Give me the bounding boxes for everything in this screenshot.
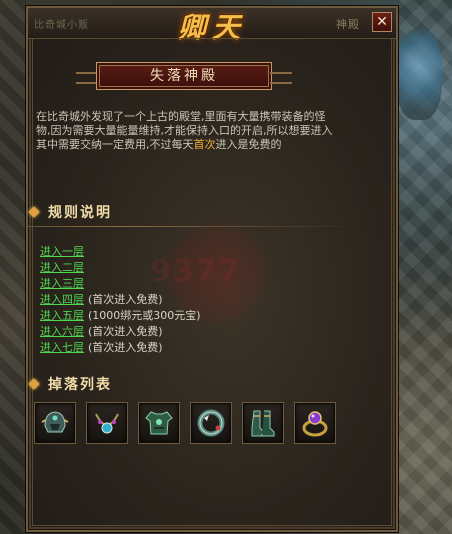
floor-row: 进入二层 (40, 260, 340, 276)
world-tree (396, 30, 442, 120)
close-button[interactable]: ✕ (372, 12, 392, 32)
drop-slot-necklace[interactable] (86, 402, 128, 444)
banner-ornament-left (76, 72, 98, 84)
diamond-bullet-icon (28, 206, 40, 218)
ring-icon (302, 411, 328, 437)
floor-2-link[interactable]: 进入二层 (40, 261, 84, 274)
floor-list: 进入一层 进入二层 进入三层 进入四层 (首次进入免费) 进入五层 (1000绑元或… (40, 244, 340, 356)
helmet-icon (41, 411, 69, 433)
floor-row: 进入四层 (首次进入免费) (40, 292, 340, 308)
floor-1-link[interactable]: 进入一层 (40, 245, 84, 258)
drop-slot-ring[interactable] (294, 402, 336, 444)
description-text-end: 进入是免费的 (215, 138, 282, 151)
dialog-titlebar: 比奇城小贩 卿天 神殿 ✕ (28, 8, 396, 44)
floor-6-link[interactable]: 进入六层 (40, 325, 84, 338)
floor-row: 进入六层 (首次进入免费) (40, 324, 340, 340)
armor-icon (145, 411, 173, 435)
floor-note: (首次进入免费) (88, 341, 163, 354)
drop-list (34, 402, 344, 448)
drop-slot-helmet[interactable] (34, 402, 76, 444)
banner: 失落神殿 (76, 62, 292, 90)
dungeon-description: 在比奇城外发现了一个上古的殿堂,里面有大量携带装备的怪物,因为需要大量能量维持,… (36, 110, 336, 152)
floor-note: (1000绑元或300元宝) (88, 309, 201, 322)
floor-row: 进入三层 (40, 276, 340, 292)
drops-section-header: 掉落列表 (28, 374, 344, 396)
description-text: 在比奇城外发现了一个上古的殿堂,里面有大量携带装备的怪物,因为需要大量能量维持,… (36, 110, 333, 151)
description-highlight: 首次 (193, 138, 216, 151)
floor-note: (首次进入免费) (88, 325, 163, 338)
floor-row: 进入一层 (40, 244, 340, 260)
drop-slot-bracelet[interactable] (190, 402, 232, 444)
drops-label: 掉落列表 (48, 377, 112, 393)
floor-row: 进入五层 (1000绑元或300元宝) (40, 308, 340, 324)
floor-7-link[interactable]: 进入七层 (40, 341, 84, 354)
close-icon: ✕ (376, 14, 388, 30)
floor-5-link[interactable]: 进入五层 (40, 309, 84, 322)
diamond-bullet-icon (28, 378, 40, 390)
banner-ornament-right (270, 72, 292, 84)
boots-icon (251, 410, 275, 437)
rules-label: 规则说明 (48, 205, 112, 221)
necklace-icon (95, 413, 119, 434)
drop-slot-armor[interactable] (138, 402, 180, 444)
section-divider (28, 226, 344, 227)
floor-4-link[interactable]: 进入四层 (40, 293, 84, 306)
bracelet-icon (197, 409, 225, 437)
floor-note: (首次进入免费) (88, 293, 163, 306)
floor-3-link[interactable]: 进入三层 (40, 277, 84, 290)
banner-title: 失落神殿 (96, 62, 272, 90)
floor-row: 进入七层 (首次进入免费) (40, 340, 340, 356)
rules-section-header: 规则说明 (28, 202, 344, 227)
world-floor-left (0, 0, 26, 534)
title-tag-right: 神殿 (336, 18, 360, 31)
drop-slot-boots[interactable] (242, 402, 284, 444)
